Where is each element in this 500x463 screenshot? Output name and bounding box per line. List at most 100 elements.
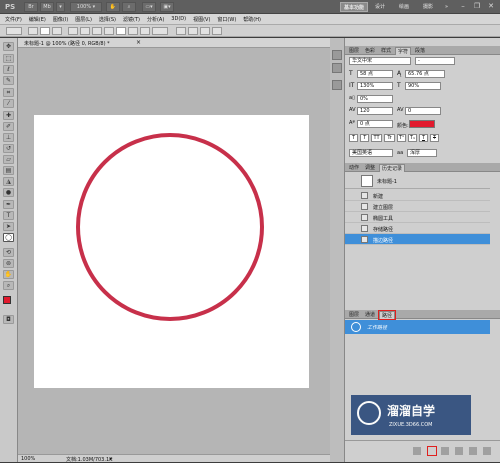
menu-edit[interactable]: 编辑(E) [29, 16, 46, 23]
menu-help[interactable]: 帮助(H) [243, 16, 261, 23]
tab-paragraph[interactable]: 段落 [413, 47, 427, 55]
zoom-tool-icon[interactable]: ⌕ [3, 281, 14, 290]
baseline-field[interactable]: 0 点 [357, 120, 393, 128]
workspace-more[interactable]: » [442, 2, 451, 12]
gradient-icon[interactable]: ▤ [3, 166, 14, 175]
tab-close-icon[interactable]: × [136, 39, 141, 46]
tab-styles[interactable]: 样式 [379, 47, 393, 55]
tab-paths[interactable]: 路径 [377, 310, 397, 320]
faux-bold-button[interactable]: T [349, 134, 358, 142]
stroke-path-button[interactable] [427, 446, 437, 456]
menu-analysis[interactable]: 分析(A) [147, 16, 164, 23]
font-size-field[interactable]: 58 点 [357, 70, 393, 78]
eyedropper-icon[interactable]: ⁄ [3, 99, 14, 108]
subscript-button[interactable]: T₁ [408, 134, 417, 142]
3d-orbit-icon[interactable]: ⊚ [3, 259, 14, 268]
tab-character[interactable]: 字符 [395, 47, 412, 55]
extras-button[interactable]: ▾ [56, 2, 65, 12]
history-item[interactable]: 存储路径 [345, 223, 490, 234]
tab-channels[interactable]: 通道 [363, 311, 377, 319]
brush-tool-icon[interactable]: ✐ [3, 122, 14, 131]
menu-filter[interactable]: 滤镜(T) [123, 16, 140, 23]
strikethrough-button[interactable]: T [430, 134, 439, 142]
language-select[interactable]: 美国英语 [349, 149, 393, 157]
tracking-pct-field[interactable]: 0% [357, 95, 393, 103]
clone-stamp-icon[interactable]: ⊥ [3, 133, 14, 142]
path-exclude-icon[interactable] [212, 27, 222, 35]
load-selection-icon[interactable] [441, 447, 449, 455]
menu-layer[interactable]: 图层(L) [75, 16, 92, 23]
history-item[interactable]: 新建 [345, 190, 490, 201]
type-tool-icon[interactable]: T [3, 211, 14, 220]
close-icon[interactable]: ✕ [484, 1, 498, 12]
hand-button[interactable]: ✋ [106, 2, 120, 12]
history-brush-icon[interactable]: ↺ [3, 144, 14, 153]
pen-icon[interactable] [68, 27, 78, 35]
minimize-icon[interactable]: – [456, 1, 470, 12]
line-icon[interactable] [140, 27, 150, 35]
tab-layers-top[interactable]: 图层 [347, 47, 361, 55]
minibridge-button[interactable]: Mb [40, 2, 54, 12]
healing-brush-icon[interactable]: ✚ [3, 111, 14, 120]
history-snapshot[interactable]: 未标题-1 [345, 173, 490, 189]
polygon-icon[interactable] [128, 27, 138, 35]
stroked-circle-path[interactable] [76, 133, 264, 321]
superscript-button[interactable]: T¹ [397, 134, 406, 142]
workspace-essentials[interactable]: 基本功能 [340, 2, 369, 12]
rounded-rect-icon[interactable] [104, 27, 114, 35]
ellipse-tool-icon[interactable]: ◯ [3, 233, 14, 242]
new-path-icon[interactable] [469, 447, 477, 455]
dodge-icon[interactable]: ● [3, 188, 14, 197]
foreground-color-swatch[interactable] [3, 296, 11, 304]
zoom-button[interactable]: ⌕ [122, 2, 136, 12]
tab-actions[interactable]: 动作 [347, 164, 361, 172]
status-arrow-icon[interactable]: ▸ [110, 456, 113, 462]
layers-panel-icon[interactable] [332, 80, 342, 90]
make-work-path-icon[interactable] [455, 447, 463, 455]
tab-adjustments[interactable]: 调整 [363, 164, 377, 172]
vertical-scale-field[interactable]: 130% [357, 82, 393, 90]
move-tool-icon[interactable]: ✥ [3, 42, 14, 51]
font-family-select[interactable]: 华文中宋 [349, 57, 411, 65]
bridge-button[interactable]: Br [24, 2, 38, 12]
crop-tool-icon[interactable]: ⌗ [3, 88, 14, 97]
rectangle-icon[interactable] [92, 27, 102, 35]
menu-image[interactable]: 图像(I) [53, 16, 68, 23]
status-zoom[interactable]: 100% [21, 456, 35, 462]
history-item[interactable]: 椭圆工具 [345, 212, 490, 223]
delete-path-icon[interactable] [483, 447, 491, 455]
menu-select[interactable]: 选择(S) [99, 16, 116, 23]
workspace-photo[interactable]: 摄影 [420, 2, 436, 12]
hand-tool-icon[interactable]: ✋ [3, 270, 14, 279]
kerning-field[interactable]: 0 [405, 107, 441, 115]
menu-3d[interactable]: 3D(D) [171, 16, 186, 22]
screen-mode-button[interactable]: ▣▾ [160, 2, 174, 12]
underline-button[interactable]: T [419, 134, 428, 142]
marquee-tool-icon[interactable]: ⬚ [3, 54, 14, 63]
path-subtract-icon[interactable] [188, 27, 198, 35]
3d-rotate-icon[interactable]: ⟲ [3, 248, 14, 257]
menu-window[interactable]: 窗口(W) [217, 16, 236, 23]
path-intersect-icon[interactable] [200, 27, 210, 35]
antialias-select[interactable]: 浑厚 [407, 149, 437, 157]
path-row-work-path[interactable]: 工作路径 [345, 320, 490, 334]
text-color-swatch[interactable] [409, 120, 435, 128]
workspace-design[interactable]: 设计 [372, 2, 388, 12]
tool-preset-picker[interactable] [6, 27, 22, 35]
leading-field[interactable]: 65.76 点 [405, 70, 445, 78]
ellipse-icon[interactable] [116, 27, 126, 35]
menu-view[interactable]: 视图(V) [193, 16, 210, 23]
pen-tool-icon[interactable]: ✒ [3, 200, 14, 209]
tab-color[interactable]: 色彩 [363, 47, 377, 55]
tab-history[interactable]: 历史记录 [379, 164, 406, 172]
history-item-selected[interactable]: 描边路径 [345, 234, 490, 245]
path-select-icon[interactable]: ➤ [3, 222, 14, 231]
menu-file[interactable]: 文件(F) [5, 16, 22, 23]
fill-pixels-button[interactable] [52, 27, 62, 35]
fill-path-icon[interactable] [413, 447, 421, 455]
eraser-icon[interactable]: ▱ [3, 155, 14, 164]
restore-icon[interactable]: ❐ [470, 1, 484, 12]
tab-layers[interactable]: 图层 [347, 311, 361, 319]
zoom-select[interactable]: 100% ▾ [70, 2, 102, 12]
canvas[interactable] [34, 115, 309, 388]
